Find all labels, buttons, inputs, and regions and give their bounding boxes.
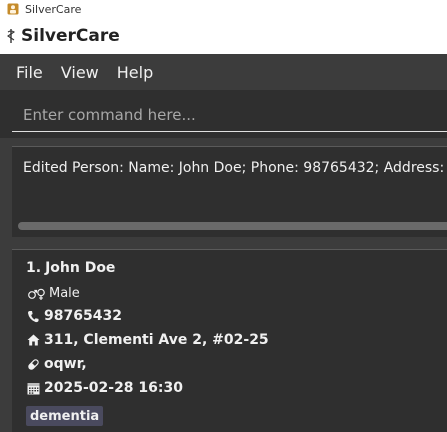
result-message: Edited Person: Name: John Doe; Phone: 98… [23,160,447,176]
app-title: SilverCare [21,26,120,46]
menu-file[interactable]: File [16,63,43,82]
person-index: 1. [26,260,42,276]
result-horizontal-scrollbar[interactable] [18,222,447,230]
pill-icon [26,358,40,371]
person-list: 1. John Doe Male 98765432 311, Clementi … [0,242,447,432]
person-phone-row: 98765432 [26,308,122,324]
person-gender-row: Male [26,286,80,301]
app-header: SilverCare [0,18,447,54]
menu-help[interactable]: Help [117,63,153,82]
person-address-row: 311, Clementi Ave 2, #02-25 [26,332,269,348]
command-area [0,90,447,138]
menu-bar: File View Help [0,54,447,90]
result-display[interactable]: Edited Person: Name: John Doe; Phone: 98… [12,146,447,237]
person-name: John Doe [45,260,116,276]
person-name-row: 1. John Doe [26,260,115,276]
caduceus-icon [6,28,16,44]
person-card[interactable]: 1. John Doe Male 98765432 311, Clementi … [12,249,447,432]
person-address: 311, Clementi Ave 2, #02-25 [44,332,269,348]
phone-icon [26,310,40,323]
result-area: Edited Person: Name: John Doe; Phone: 98… [0,138,447,242]
command-input[interactable] [12,98,447,132]
gender-icon [26,287,46,301]
os-window-title: SilverCare [25,2,82,16]
silvercare-window: SilverCare SilverCare File View Help Edi… [0,0,447,432]
calendar-icon [26,382,40,395]
menu-view[interactable]: View [61,63,99,82]
person-appointment-row: 2025-02-28 16:30 [26,380,183,396]
tag-badge: dementia [26,406,104,426]
person-gender: Male [49,286,80,301]
home-icon [26,334,40,346]
person-medicine-row: oqwr, [26,356,87,372]
person-appointment: 2025-02-28 16:30 [44,380,183,396]
person-medicine: oqwr, [44,356,87,372]
person-phone: 98765432 [44,308,122,324]
os-titlebar: SilverCare [0,0,447,18]
app-logo-icon [7,3,19,15]
